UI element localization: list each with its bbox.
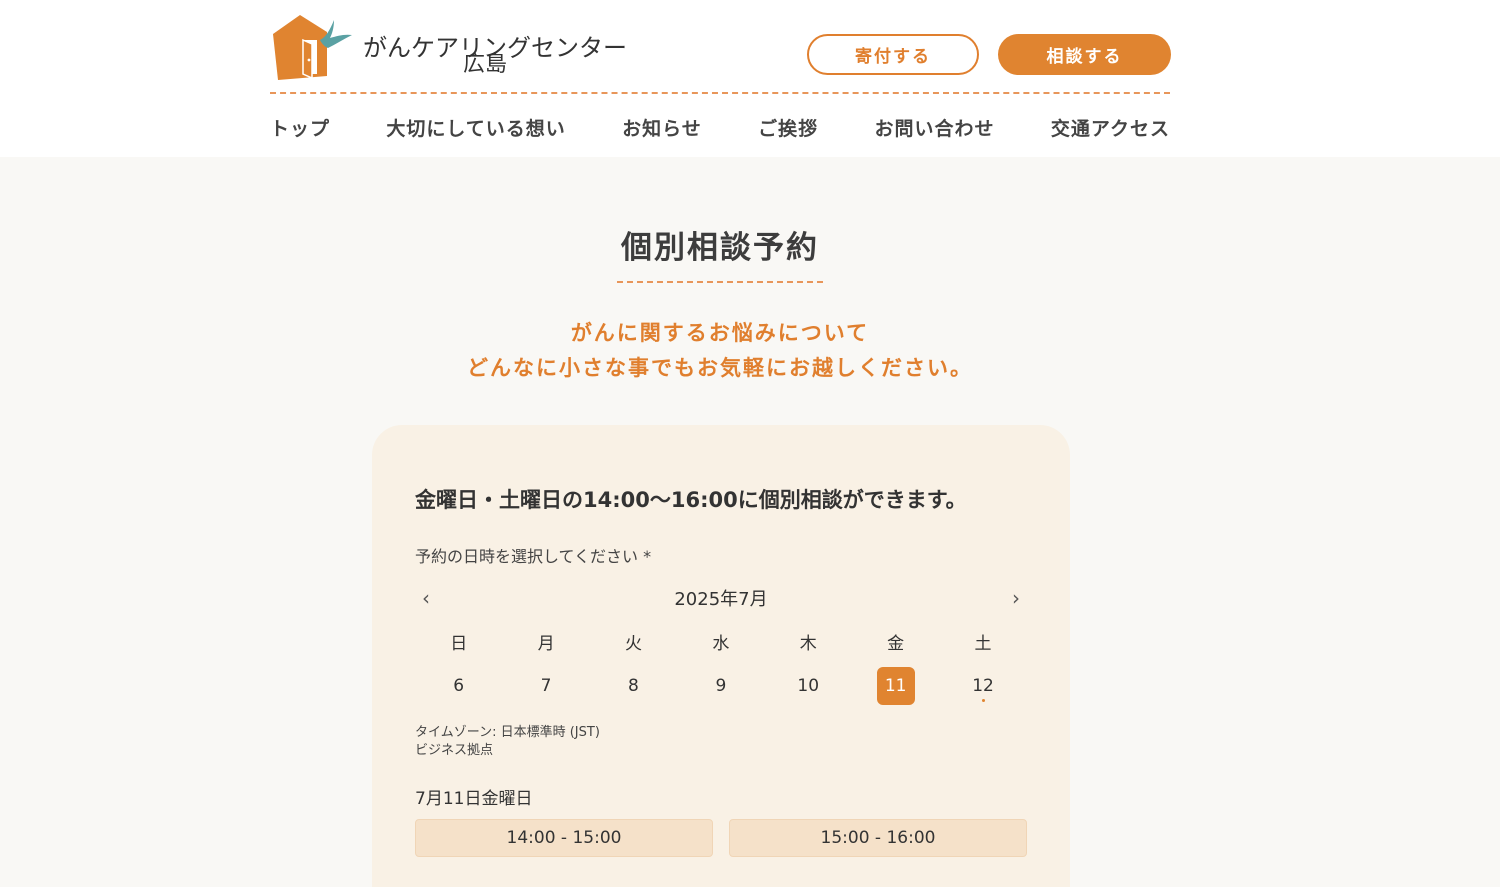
weekday-tue: 火 — [624, 633, 642, 654]
day-number: 8 — [628, 676, 639, 696]
logo-sub: 広島 — [463, 52, 508, 77]
tagline-line-1: がんに関するお悩みについて — [570, 321, 870, 345]
nav-item-contact[interactable]: お問い合わせ — [875, 114, 995, 141]
day-number: 12 — [972, 676, 994, 696]
page-title: 個別相談予約 — [621, 230, 819, 266]
booking-heading: 金曜日・土曜日の14:00〜16:00に個別相談ができます。 — [415, 488, 967, 512]
title-divider — [617, 281, 823, 283]
weekday-wed: 水 — [712, 633, 730, 654]
date-select-label: 予約の日時を選択してください * — [415, 547, 652, 566]
time-slot-button[interactable]: 14:00 - 15:00 — [415, 819, 713, 857]
weekday-thu: 木 — [799, 633, 817, 654]
day-number: 6 — [453, 676, 465, 696]
nav-item-access[interactable]: 交通アクセス — [1051, 114, 1170, 141]
calendar-day[interactable]: 9 — [677, 666, 764, 706]
nav-item-news[interactable]: お知らせ — [622, 114, 702, 141]
tagline-line-2: どんなに小さな事でもお気軽にお越しください。 — [467, 356, 973, 380]
weekday-header: 日 月 火 水 木 金 土 — [415, 628, 1027, 654]
tagline: がんに関するお悩みについて どんなに小さな事でもお気軽にお越しください。 — [0, 316, 1440, 386]
site-header: がんケアリングセンター 広島 寄付する 相談する トップ 大切にしている想い お… — [0, 0, 1500, 157]
selected-date-heading: 7月11日金曜日 — [415, 789, 533, 809]
day-number: 11 — [876, 667, 915, 705]
timezone-info: タイムゾーン: 日本標準時 (JST) ビジネス拠点 — [415, 724, 600, 760]
nav-item-philosophy[interactable]: 大切にしている想い — [386, 114, 565, 141]
header-divider — [270, 92, 1170, 94]
timezone-label: タイムゾーン: 日本標準時 (JST) — [415, 725, 600, 740]
calendar-day-selected[interactable]: 11 — [852, 666, 939, 706]
month-label: 2025年7月 — [674, 589, 768, 610]
day-number: 9 — [715, 676, 727, 696]
day-number: 7 — [540, 676, 552, 696]
house-bird-logo-icon — [273, 15, 352, 80]
location-label: ビジネス拠点 — [415, 743, 494, 758]
calendar-day[interactable]: 7 — [502, 666, 589, 706]
weekday-sat: 土 — [974, 633, 992, 654]
calendar-day[interactable]: 10 — [765, 666, 852, 706]
chevron-left-icon[interactable]: ‹ — [415, 585, 437, 611]
day-number: 10 — [797, 676, 820, 696]
nav-item-greeting[interactable]: ご挨拶 — [758, 114, 818, 141]
chevron-right-icon[interactable]: › — [1005, 585, 1027, 611]
time-slot-button[interactable]: 15:00 - 16:00 — [729, 819, 1027, 857]
calendar-week: 6 7 8 9 10 11 12 — [415, 666, 1027, 706]
site-logo[interactable]: がんケアリングセンター 広島 — [270, 12, 627, 82]
donate-button[interactable]: 寄付する — [807, 34, 979, 75]
nav-item-top[interactable]: トップ — [270, 114, 330, 141]
month-navigator: 2025年7月 ‹ › — [415, 583, 1027, 613]
weekday-sun: 日 — [450, 633, 468, 654]
main-nav: トップ 大切にしている想い お知らせ ご挨拶 お問い合わせ 交通アクセス — [270, 112, 1170, 142]
calendar-day[interactable]: 8 — [590, 666, 677, 706]
calendar-day-available[interactable]: 12 — [939, 666, 1026, 706]
weekday-fri: 金 — [887, 633, 905, 654]
calendar-day[interactable]: 6 — [415, 666, 502, 706]
weekday-mon: 月 — [537, 633, 555, 654]
consult-button[interactable]: 相談する — [998, 34, 1171, 75]
